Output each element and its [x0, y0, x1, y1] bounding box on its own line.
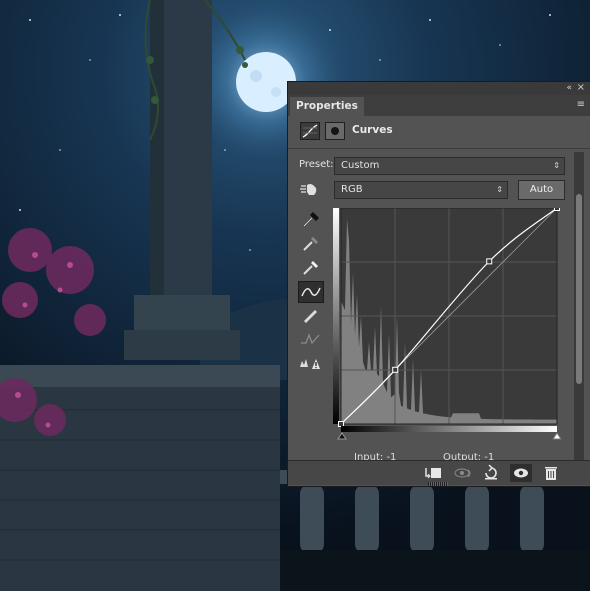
auto-button[interactable]: Auto — [518, 180, 565, 200]
panel-menu-icon[interactable]: ≡ — [577, 99, 585, 110]
delete-layer-icon[interactable] — [540, 464, 562, 482]
input-output-row: Input: -1 Output: -1 — [288, 450, 574, 460]
input-gradient-bar — [341, 426, 557, 432]
channel-select[interactable]: RGB ⇕ — [334, 181, 508, 199]
smooth-curve-icon[interactable] — [298, 329, 322, 349]
curve-control-point[interactable] — [554, 208, 560, 211]
output-value: Output: -1 — [443, 452, 495, 460]
scroll-thumb[interactable] — [576, 194, 582, 384]
properties-panel: « × Properties ≡ Curves Preset: Custom ⇕… — [288, 82, 590, 486]
curves-adjustment-icon[interactable] — [300, 122, 320, 140]
channel-value: RGB — [341, 184, 363, 195]
panel-top-strip: « × — [288, 82, 590, 95]
input-value: Input: -1 — [354, 452, 397, 460]
toggle-visibility-icon[interactable] — [510, 464, 532, 482]
select-arrows-icon: ⇕ — [553, 161, 560, 170]
output-gradient-bar — [333, 208, 339, 424]
moon — [236, 52, 296, 112]
panel-tab-row: Properties ≡ — [288, 95, 590, 116]
sample-shadows-eyedropper-icon[interactable] — [298, 209, 322, 229]
preset-select[interactable]: Custom ⇕ — [334, 157, 565, 175]
draw-curve-pencil-icon[interactable] — [298, 305, 322, 325]
clipping-warning-icon[interactable] — [298, 353, 322, 373]
mask-icon[interactable] — [325, 122, 345, 140]
curve-control-point[interactable] — [338, 421, 344, 427]
curve-control-point[interactable] — [392, 366, 399, 373]
on-image-adjust-hand-icon[interactable] — [299, 182, 319, 198]
curves-graph[interactable] — [333, 208, 565, 444]
view-previous-state-icon[interactable] — [452, 464, 474, 482]
black-point-slider — [337, 432, 347, 440]
preset-value: Custom — [341, 160, 380, 171]
reset-adjustment-icon[interactable] — [480, 464, 502, 482]
close-icon[interactable]: × — [577, 82, 585, 93]
sample-midtones-eyedropper-icon[interactable] — [298, 233, 322, 253]
collapse-icon[interactable]: « — [566, 83, 572, 93]
clip-to-layer-icon[interactable] — [422, 464, 444, 482]
edit-points-curve-tool-icon[interactable] — [298, 281, 324, 303]
white-point-slider — [552, 432, 562, 440]
divider — [288, 148, 590, 149]
tab-properties[interactable]: Properties — [290, 97, 364, 116]
resize-grip[interactable] — [428, 482, 448, 486]
adjustment-title: Curves — [352, 124, 393, 136]
preset-label: Preset: — [299, 159, 334, 170]
select-arrows-icon: ⇕ — [496, 185, 503, 194]
curve-control-point[interactable] — [486, 258, 493, 265]
sample-highlights-eyedropper-icon[interactable] — [298, 257, 322, 277]
